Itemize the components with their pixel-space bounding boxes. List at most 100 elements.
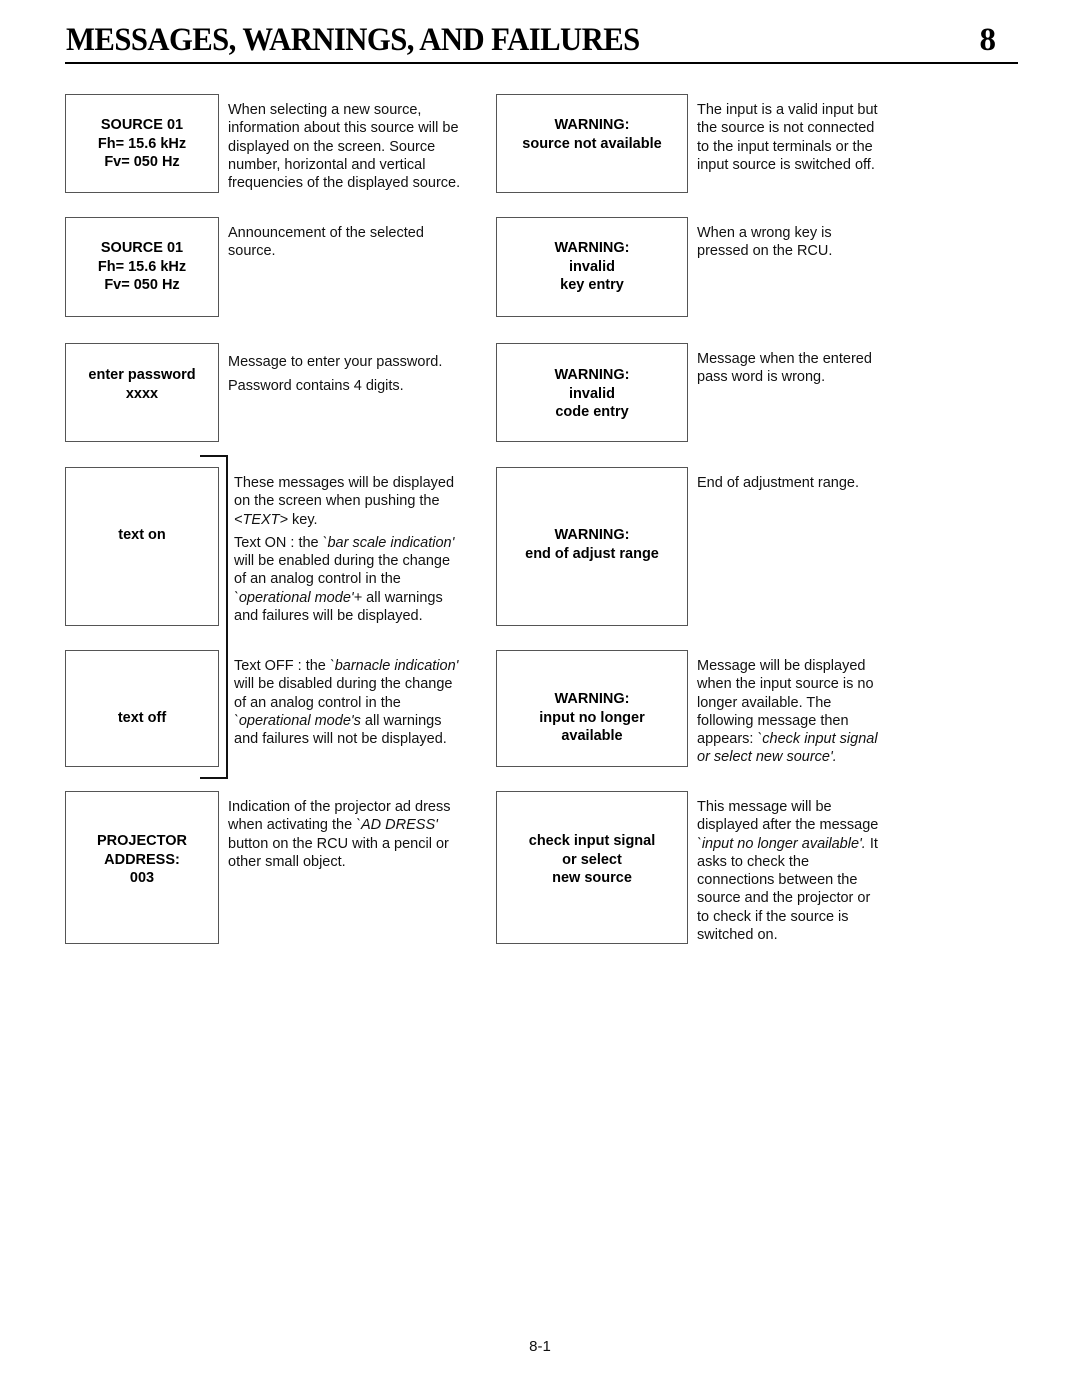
description-line: asks to check the [697,853,810,870]
message-description: The input is a valid input but the sourc… [697,101,878,174]
display-message-box-source-info: SOURCE 01 Fh= 15.6 kHz Fv= 050 Hz [65,94,219,193]
description-line: pressed on the RCU. [697,243,833,260]
description-line: pass word is wrong. [697,369,826,386]
page-title: MESSAGES, WARNINGS, AND FAILURES [66,22,640,58]
description-line: of an analog control in the [234,571,401,588]
box-line: check input signal [528,833,656,849]
box-line: invalid [569,258,615,275]
description-line: displayed on the screen. Source [228,138,436,155]
description-line: of an analog control in the [234,694,401,711]
description-line: Message will be displayed [697,658,866,674]
box-line: xxxx [125,385,159,402]
description-line: will be enabled during the change [234,553,451,570]
description-line: following message then [697,712,849,729]
message-description: Announcement of the selected source. [228,224,424,261]
box-line: Fh= 15.6 kHz [97,258,187,275]
display-message-box-projector-address: PROJECTOR ADDRESS: 003 [65,791,219,944]
box-line: Fh= 15.6 kHz [97,135,187,152]
description-line: When selecting a new source, [228,102,422,118]
description-line: source and the projector or [697,890,871,907]
message-description: Indication of the projector ad dress whe… [228,798,450,871]
description-line: when the input source is no [697,676,874,693]
box-line: end of adjust range [525,545,659,562]
description-line: Message when the entered [697,351,872,367]
warning-box-source-not-available: WARNING: source not available [496,94,688,193]
description-intro: These messages will be displayed on the … [234,474,454,529]
description-line: switched on. [697,927,778,944]
description-line: source. [228,243,276,260]
description-line: to check if the source is [697,908,849,925]
description-line: on the screen when pushing the [234,493,440,510]
description-line: The input is a valid input but [697,102,878,118]
description-text: Text OFF : the [234,658,330,674]
message-description: This message will be displayed after the… [697,798,878,944]
description-line: other small object. [228,853,346,870]
box-line: text on [118,527,166,543]
description-line: When a wrong key is [697,225,832,241]
description-line: Message to enter your password. [228,354,443,370]
display-message-box-text-off: text off [65,650,219,767]
description-text: key. [288,511,318,528]
box-line: Fv= 050 Hz [104,277,180,293]
chapter-number: 8 [979,22,997,58]
description-line: will be disabled during the change [234,676,453,693]
description-text: appears: [697,731,758,748]
description-line: and failures will be displayed. [234,608,423,625]
box-line: source not available [522,135,662,152]
box-line: available [561,728,623,744]
description-line: information about this source will be [228,120,459,137]
description-text: all warnings [360,712,442,729]
description-line: frequencies of the displayed source. [228,175,461,192]
message-description: Text OFF : the `barnacle indication' wil… [234,657,458,748]
emphasis-text: `operational mode'+ [234,589,363,606]
description-text: Text ON : the [234,534,323,551]
box-line: invalid [569,385,615,402]
box-line: WARNING: [554,240,630,256]
box-line: WARNING: [554,691,630,707]
box-line: key entry [560,277,624,293]
description-line: Indication of the projector ad dress [228,799,451,815]
page-number: 8-1 [529,1338,551,1355]
emphasis-text: `check input signal [757,731,878,748]
message-description: These messages will be displayed on the … [234,474,454,625]
header-divider [65,62,1018,64]
box-line: ADDRESS: [104,851,180,868]
display-message-box-text-on: text on [65,467,219,626]
emphasis-text: `input no longer available'. [697,835,866,852]
description-line: longer available. The [697,694,832,711]
warning-box-input-no-longer-available: WARNING: input no longer available [496,650,688,767]
box-line: WARNING: [554,367,630,383]
warning-box-invalid-code-entry: WARNING: invalid code entry [496,343,688,442]
box-line: Fv= 050 Hz [104,154,180,170]
box-line: new source [552,870,632,886]
box-line: text off [117,710,167,726]
description-line: number, horizontal and vertical [228,156,426,173]
box-line: SOURCE 01 [100,240,184,256]
box-line: SOURCE 01 [100,117,184,133]
box-line: code entry [555,404,629,420]
message-description: Message will be displayed when the input… [697,657,878,767]
box-line: or select [562,851,622,868]
description-line: Announcement of the selected [228,225,424,241]
message-description: End of adjustment range. [697,474,859,492]
message-box-check-input-signal: check input signal or select new source [496,791,688,944]
description-text: It [865,835,878,852]
description-line: button on the RCU with a pencil or [228,835,449,852]
description-line: to the input terminals or the [697,138,873,155]
emphasis-text: `operational mode's [234,712,361,729]
box-line: input no longer [539,709,645,726]
description-line: the source is not connected [697,120,875,137]
display-message-box-enter-password: enter password xxxx [65,343,219,442]
text-key-label: <TEXT> [234,511,288,528]
box-line: 003 [129,870,155,886]
message-description: Message when the entered pass word is wr… [697,350,872,387]
message-description: When selecting a new source, information… [228,101,460,192]
display-message-box-source-announcement: SOURCE 01 Fh= 15.6 kHz Fv= 050 Hz [65,217,219,317]
box-line: enter password [88,367,196,383]
emphasis-text: `barnacle indication' [329,658,459,674]
description-line: connections between the [697,872,858,889]
description-line: displayed after the message [697,817,879,834]
description-detail: Text ON : the `bar scale indication' wil… [234,534,454,625]
warning-box-invalid-key-entry: WARNING: invalid key entry [496,217,688,317]
description-line: input source is switched off. [697,156,875,173]
